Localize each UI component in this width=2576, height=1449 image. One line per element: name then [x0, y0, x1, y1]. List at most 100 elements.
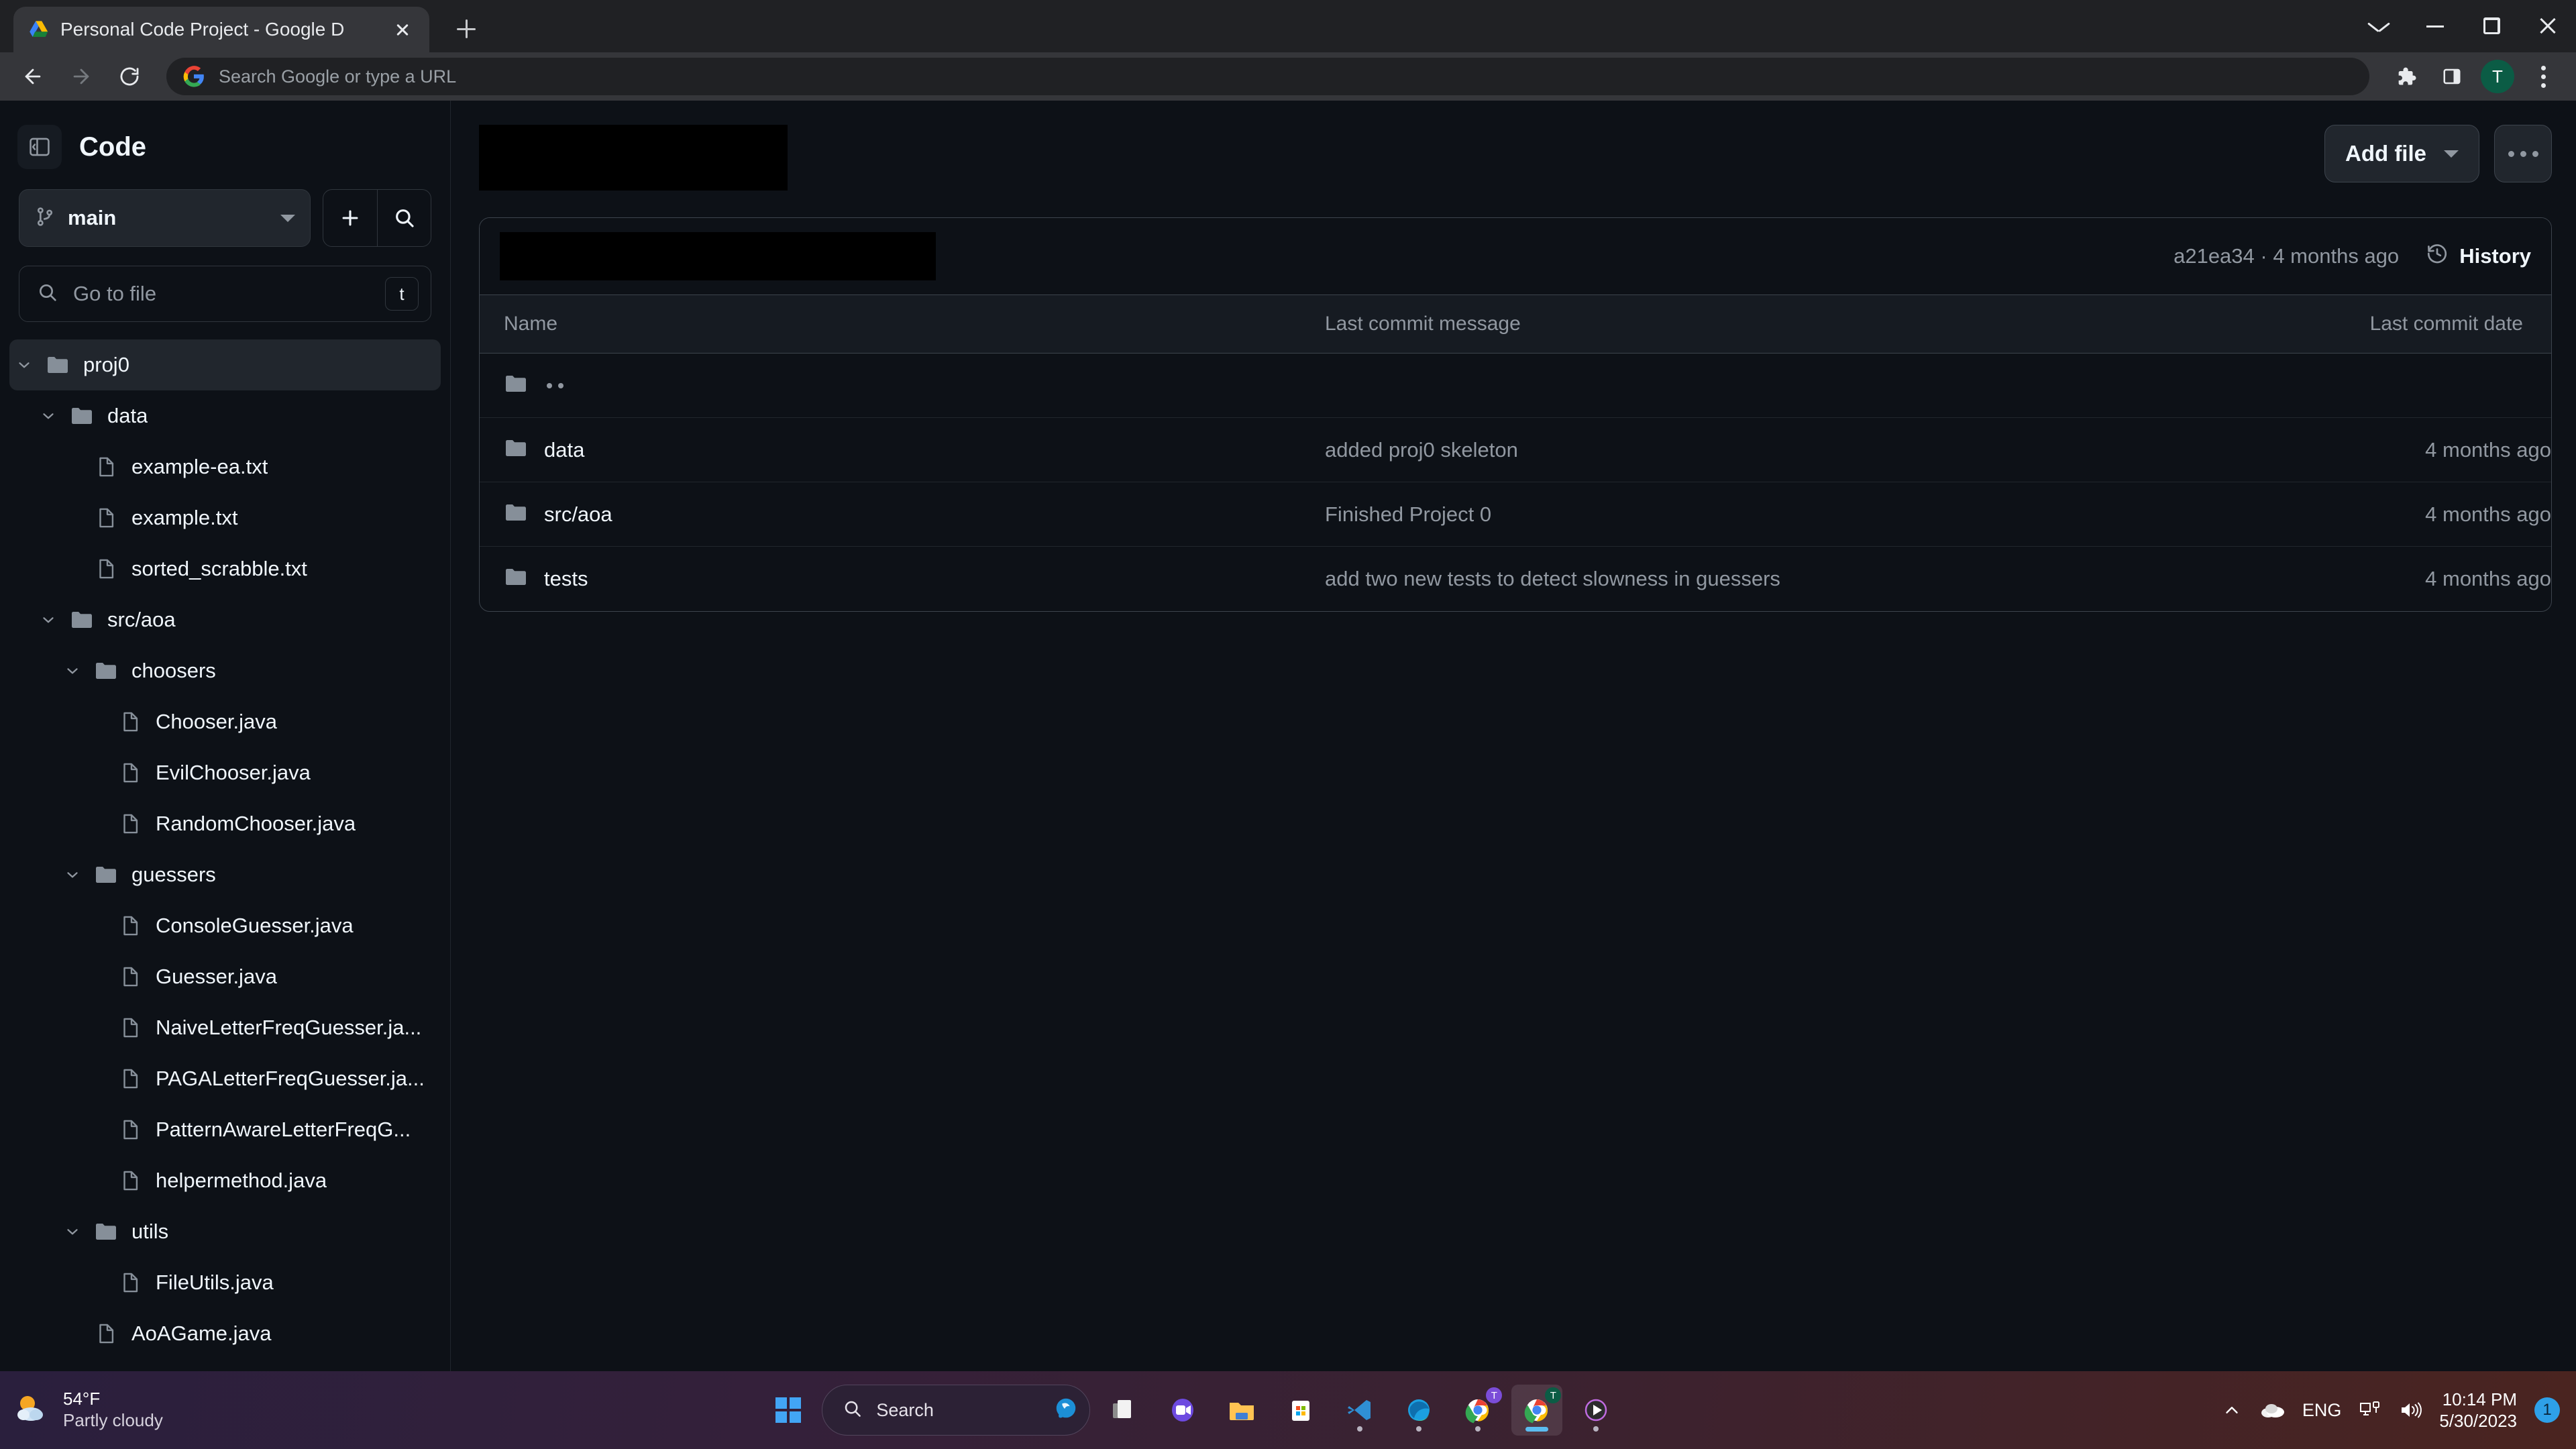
commit-message-cell[interactable]: added proj0 skeleton: [1325, 417, 2122, 482]
taskbar-weather-widget[interactable]: 54°F Partly cloudy: [13, 1389, 163, 1431]
taskbar-clock[interactable]: 10:14 PM 5/30/2023: [2439, 1389, 2517, 1432]
network-monitor-icon[interactable]: [2359, 1400, 2381, 1420]
side-panel-icon[interactable]: [2431, 56, 2473, 97]
tree-item-tests[interactable]: tests: [9, 1359, 441, 1371]
extensions-puzzle-icon[interactable]: [2385, 56, 2427, 97]
tab-search-chevron-down-icon[interactable]: [2351, 0, 2407, 52]
folder-icon: [504, 436, 528, 464]
tree-item-utils[interactable]: utils: [9, 1206, 441, 1257]
file-name-link[interactable]: tests: [544, 567, 588, 591]
tree-item-naiveletterfreqguesser-ja-[interactable]: NaiveLetterFreqGuesser.ja...: [9, 1002, 441, 1053]
forward-icon[interactable]: [60, 56, 102, 97]
commit-message-cell[interactable]: add two new tests to detect slowness in …: [1325, 547, 2122, 611]
file-name-link[interactable]: src/aoa: [544, 502, 612, 527]
search-icon[interactable]: [377, 190, 431, 246]
chevron-up-icon[interactable]: [2222, 1400, 2242, 1420]
window-controls: [2351, 0, 2576, 52]
tree-item-fileutils-java[interactable]: FileUtils.java: [9, 1257, 441, 1308]
close-icon[interactable]: [390, 17, 415, 42]
history-button[interactable]: History: [2426, 242, 2531, 270]
chrome-menu-icon[interactable]: [2522, 56, 2564, 97]
microsoft-edge-icon[interactable]: [1393, 1385, 1444, 1436]
tree-item-evilchooser-java[interactable]: EvilChooser.java: [9, 747, 441, 798]
clock-date: 5/30/2023: [2439, 1411, 2517, 1431]
tree-item-randomchooser-java[interactable]: RandomChooser.java: [9, 798, 441, 849]
table-row[interactable]: src/aoa Finished Project 04 months ago: [480, 482, 2551, 547]
more-options-button[interactable]: [2494, 125, 2552, 182]
commit-message-cell: [1325, 353, 2122, 418]
tree-item-sorted-scrabble-txt[interactable]: sorted_scrabble.txt: [9, 543, 441, 594]
reload-icon[interactable]: [109, 56, 150, 97]
file-name-link[interactable]: data: [544, 438, 584, 462]
tree-item-choosers[interactable]: choosers: [9, 645, 441, 696]
add-file-button[interactable]: Add file: [2324, 125, 2479, 182]
tree-item-aoagame-java[interactable]: AoAGame.java: [9, 1308, 441, 1359]
tree-item-label: Chooser.java: [156, 710, 277, 733]
tree-item-guessers[interactable]: guessers: [9, 849, 441, 900]
commit-message-cell[interactable]: Finished Project 0: [1325, 482, 2122, 547]
file-listing-box: a21ea34 · 4 months ago History Name Last…: [479, 217, 2552, 612]
table-row[interactable]: tests add two new tests to detect slownes…: [480, 547, 2551, 611]
copilot-icon[interactable]: [1053, 1396, 1079, 1425]
tree-item-helpermethod-java[interactable]: helpermethod.java: [9, 1155, 441, 1206]
profile-avatar[interactable]: T: [2477, 56, 2518, 97]
speaker-icon[interactable]: [2399, 1400, 2422, 1420]
address-bar[interactable]: Search Google or type a URL: [166, 58, 2369, 95]
chevron-down-icon[interactable]: [58, 662, 87, 680]
windows-start-icon[interactable]: [763, 1385, 814, 1436]
minimize-button[interactable]: [2407, 0, 2463, 52]
tree-item-pagaletterfreqguesser-ja-[interactable]: PAGALetterFreqGuesser.ja...: [9, 1053, 441, 1104]
chevron-down-icon[interactable]: [34, 611, 63, 629]
tree-item-label: EvilChooser.java: [156, 761, 311, 784]
chevron-down-icon[interactable]: [9, 356, 39, 374]
tree-item-consoleguesser-java[interactable]: ConsoleGuesser.java: [9, 900, 441, 951]
search-icon: [37, 282, 58, 307]
chevron-down-icon[interactable]: [58, 1223, 87, 1240]
column-header-date: Last commit date: [2122, 294, 2551, 354]
browser-tab[interactable]: Personal Code Project - Google D: [13, 7, 429, 52]
chevron-down-icon[interactable]: [34, 407, 63, 425]
branch-selector[interactable]: main: [19, 189, 311, 247]
add-file-icon[interactable]: [323, 190, 377, 246]
commit-date-cell: 4 months ago: [2122, 482, 2551, 547]
go-to-file-input[interactable]: Go to file t: [19, 266, 431, 322]
sidebar-header: Code: [0, 101, 450, 189]
file-icon: [111, 1271, 149, 1294]
vs-code-icon[interactable]: [1334, 1385, 1385, 1436]
parent-directory-link[interactable]: [544, 382, 564, 388]
file-icon: [111, 812, 149, 835]
microsoft-teams-icon[interactable]: [1157, 1385, 1208, 1436]
folder-icon: [504, 565, 528, 592]
tree-item-data[interactable]: data: [9, 390, 441, 441]
restore-button[interactable]: [2463, 0, 2520, 52]
back-icon[interactable]: [12, 56, 54, 97]
google-chrome-icon-active[interactable]: T: [1511, 1385, 1563, 1436]
language-indicator[interactable]: ENG: [2302, 1400, 2342, 1421]
table-row[interactable]: [480, 353, 2551, 418]
tree-item-patternawareletterfreqg-[interactable]: PatternAwareLetterFreqG...: [9, 1104, 441, 1155]
google-chrome-icon[interactable]: T: [1452, 1385, 1503, 1436]
taskbar-search-box[interactable]: Search: [822, 1385, 1091, 1436]
google-drive-icon: [28, 19, 50, 40]
main-header: Add file: [451, 101, 2576, 191]
profile-badge: T: [1486, 1387, 1503, 1403]
microsoft-store-icon[interactable]: [1275, 1385, 1326, 1436]
tree-item-src-aoa[interactable]: src/aoa: [9, 594, 441, 645]
tree-item-label: RandomChooser.java: [156, 812, 356, 835]
new-tab-button[interactable]: [445, 8, 487, 50]
tree-item-example-ea-txt[interactable]: example-ea.txt: [9, 441, 441, 492]
collapse-panel-icon[interactable]: [17, 125, 62, 169]
task-view-icon[interactable]: [1098, 1385, 1149, 1436]
profile-badge: T: [1545, 1387, 1562, 1403]
chevron-down-icon[interactable]: [58, 866, 87, 883]
close-window-button[interactable]: [2520, 0, 2576, 52]
media-player-icon[interactable]: [1570, 1385, 1621, 1436]
tree-item-chooser-java[interactable]: Chooser.java: [9, 696, 441, 747]
onedrive-cloud-icon[interactable]: [2259, 1401, 2285, 1419]
tree-item-example-txt[interactable]: example.txt: [9, 492, 441, 543]
notification-badge[interactable]: 1: [2534, 1397, 2560, 1423]
tree-item-proj0[interactable]: proj0: [9, 339, 441, 390]
tree-item-guesser-java[interactable]: Guesser.java: [9, 951, 441, 1002]
file-explorer-icon[interactable]: [1216, 1385, 1267, 1436]
table-row[interactable]: data added proj0 skeleton 4 months ago: [480, 417, 2551, 482]
